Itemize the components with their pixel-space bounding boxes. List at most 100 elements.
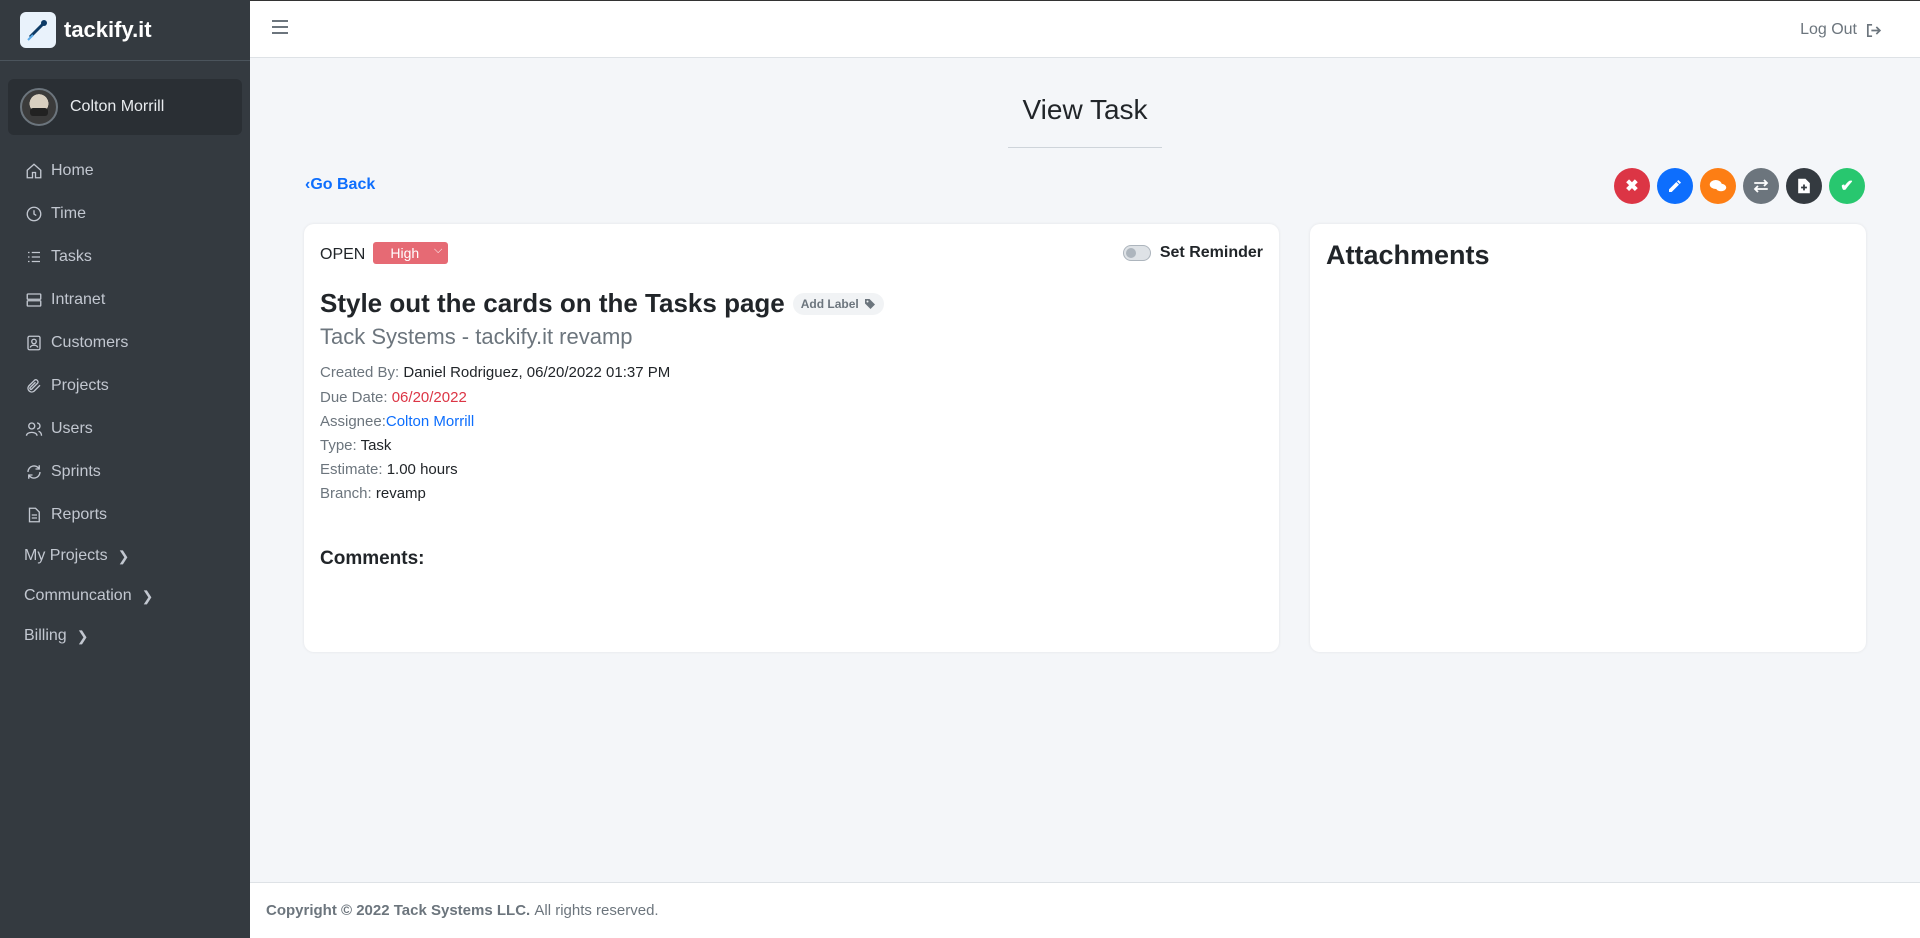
comment-task-button[interactable] xyxy=(1700,168,1736,204)
created-by-value: Daniel Rodriguez, 06/20/2022 01:37 PM xyxy=(403,364,671,381)
paperclip-icon xyxy=(27,378,41,393)
x-icon: ✖ xyxy=(1625,178,1639,195)
sidebar-item-users[interactable]: Users xyxy=(0,407,250,450)
sidebar-nav: Home Time Tasks Intranet Customers Proje… xyxy=(0,149,250,656)
estimate-label: Estimate: xyxy=(320,461,383,478)
type-row: Type: Task xyxy=(320,437,391,454)
page-title: View Task xyxy=(1022,94,1148,125)
sidebar-group-communcation[interactable]: Communcation ❯ xyxy=(0,576,250,616)
sidebar-item-projects[interactable]: Projects xyxy=(0,364,250,407)
sidebar-item-label: Home xyxy=(51,161,94,179)
delete-task-button[interactable]: ✖ xyxy=(1614,168,1650,204)
type-value: Task xyxy=(360,437,392,454)
comments-heading: Comments: xyxy=(320,548,425,569)
sidebar-item-label: Reports xyxy=(51,505,108,523)
due-date-value: 06/20/2022 xyxy=(391,389,467,406)
add-label-text: Add Label xyxy=(800,296,859,311)
chevron-right-icon: ❯ xyxy=(117,547,130,564)
estimate-row: Estimate: 1.00 hours xyxy=(320,461,458,478)
chat-icon xyxy=(1709,180,1727,192)
edit-task-button[interactable] xyxy=(1657,168,1693,204)
status-row: OPEN High ⌵ xyxy=(320,242,449,264)
sidebar-item-tasks[interactable]: Tasks xyxy=(0,235,250,278)
sidebar-group-label: Communcation xyxy=(24,587,132,604)
go-back-link[interactable]: ‹Go Back xyxy=(305,176,375,194)
priority-select[interactable]: High ⌵ xyxy=(373,242,449,264)
branch-value: revamp xyxy=(375,485,426,502)
copyright-text: Copyright © 2022 Tack Systems LLC. xyxy=(266,902,531,919)
sidebar-item-label: Tasks xyxy=(51,247,92,265)
rights-text: All rights reserved. xyxy=(534,902,659,919)
sidebar: tackify.it Colton Morrill Home Time Task… xyxy=(0,0,250,938)
sidebar-item-label: Time xyxy=(51,204,86,222)
estimate-value: 1.00 hours xyxy=(386,461,458,478)
sidebar-item-home[interactable]: Home xyxy=(0,149,250,192)
title-divider xyxy=(1008,147,1162,148)
contact-icon xyxy=(27,335,41,350)
task-card: OPEN High ⌵ Set Reminder Style out the c… xyxy=(304,224,1279,652)
branch-row: Branch: revamp xyxy=(320,485,426,502)
priority-value: High xyxy=(390,245,420,261)
transfer-task-button[interactable] xyxy=(1743,168,1779,204)
add-file-button[interactable] xyxy=(1786,168,1822,204)
chevron-right-icon: ❯ xyxy=(76,627,89,644)
sidebar-item-label: Customers xyxy=(51,333,129,351)
attachments-card: Attachments xyxy=(1310,224,1866,652)
sidebar-item-label: Users xyxy=(51,419,93,437)
server-icon xyxy=(26,292,42,307)
user-name: Colton Morrill xyxy=(70,98,165,115)
chevron-down-icon: ⌵ xyxy=(434,244,443,256)
task-project: Tack Systems - tackify.it revamp xyxy=(320,324,633,349)
document-icon xyxy=(28,507,40,522)
pencil-icon xyxy=(1669,180,1681,192)
created-by-label: Created By: xyxy=(320,364,400,381)
created-by-row: Created By: Daniel Rodriguez, 06/20/2022… xyxy=(320,364,670,381)
chevron-right-icon: ❯ xyxy=(141,587,154,604)
arrows-icon xyxy=(1753,179,1769,193)
sidebar-group-billing[interactable]: Billing ❯ xyxy=(0,616,250,656)
users-icon xyxy=(25,421,43,436)
task-actions: ✖ ✔ xyxy=(1614,168,1865,204)
file-plus-icon xyxy=(1798,178,1810,194)
sidebar-item-sprints[interactable]: Sprints xyxy=(0,450,250,493)
sidebar-item-time[interactable]: Time xyxy=(0,192,250,235)
due-date-label: Due Date: xyxy=(320,389,388,406)
complete-task-button[interactable]: ✔ xyxy=(1829,168,1865,204)
sidebar-group-label: My Projects xyxy=(24,547,108,564)
toggle-switch[interactable] xyxy=(1122,245,1151,261)
clock-icon xyxy=(26,206,42,221)
sign-out-icon xyxy=(1866,23,1882,37)
assignee-row: Assignee:Colton Morrill xyxy=(320,413,474,430)
tag-icon xyxy=(864,298,875,309)
sidebar-item-customers[interactable]: Customers xyxy=(0,321,250,364)
set-reminder-label: Set Reminder xyxy=(1159,244,1263,261)
type-label: Type: xyxy=(320,437,357,454)
due-date-row: Due Date: 06/20/2022 xyxy=(320,389,467,406)
hamburger-menu-icon[interactable] xyxy=(272,20,288,34)
sidebar-item-reports[interactable]: Reports xyxy=(0,493,250,536)
check-icon: ✔ xyxy=(1840,178,1854,195)
task-title-row: Style out the cards on the Tasks page Ad… xyxy=(320,288,884,319)
status-badge: OPEN xyxy=(320,246,366,263)
set-reminder-toggle[interactable]: Set Reminder xyxy=(1122,244,1263,262)
sidebar-item-label: Projects xyxy=(51,376,109,394)
sidebar-item-intranet[interactable]: Intranet xyxy=(0,278,250,321)
logout-button[interactable]: Log Out xyxy=(1800,21,1882,39)
brand-link[interactable]: tackify.it xyxy=(0,0,250,61)
assignee-label: Assignee: xyxy=(320,413,386,430)
home-icon xyxy=(26,162,42,178)
list-icon xyxy=(28,251,40,262)
sidebar-group-label: Billing xyxy=(24,627,67,644)
logo-icon xyxy=(20,12,56,48)
sidebar-group-my-projects[interactable]: My Projects ❯ xyxy=(0,536,250,576)
go-back-label: Go Back xyxy=(310,176,376,193)
sidebar-item-label: Intranet xyxy=(51,290,106,308)
add-label-button[interactable]: Add Label xyxy=(792,292,884,315)
footer: Copyright © 2022 Tack Systems LLC. All r… xyxy=(250,882,1920,938)
assignee-link[interactable]: Colton Morrill xyxy=(386,413,474,430)
task-title: Style out the cards on the Tasks page xyxy=(320,288,785,318)
user-panel[interactable]: Colton Morrill xyxy=(8,79,242,135)
brand-name: tackify.it xyxy=(64,17,152,42)
refresh-icon xyxy=(27,464,41,479)
sidebar-item-label: Sprints xyxy=(51,462,101,480)
